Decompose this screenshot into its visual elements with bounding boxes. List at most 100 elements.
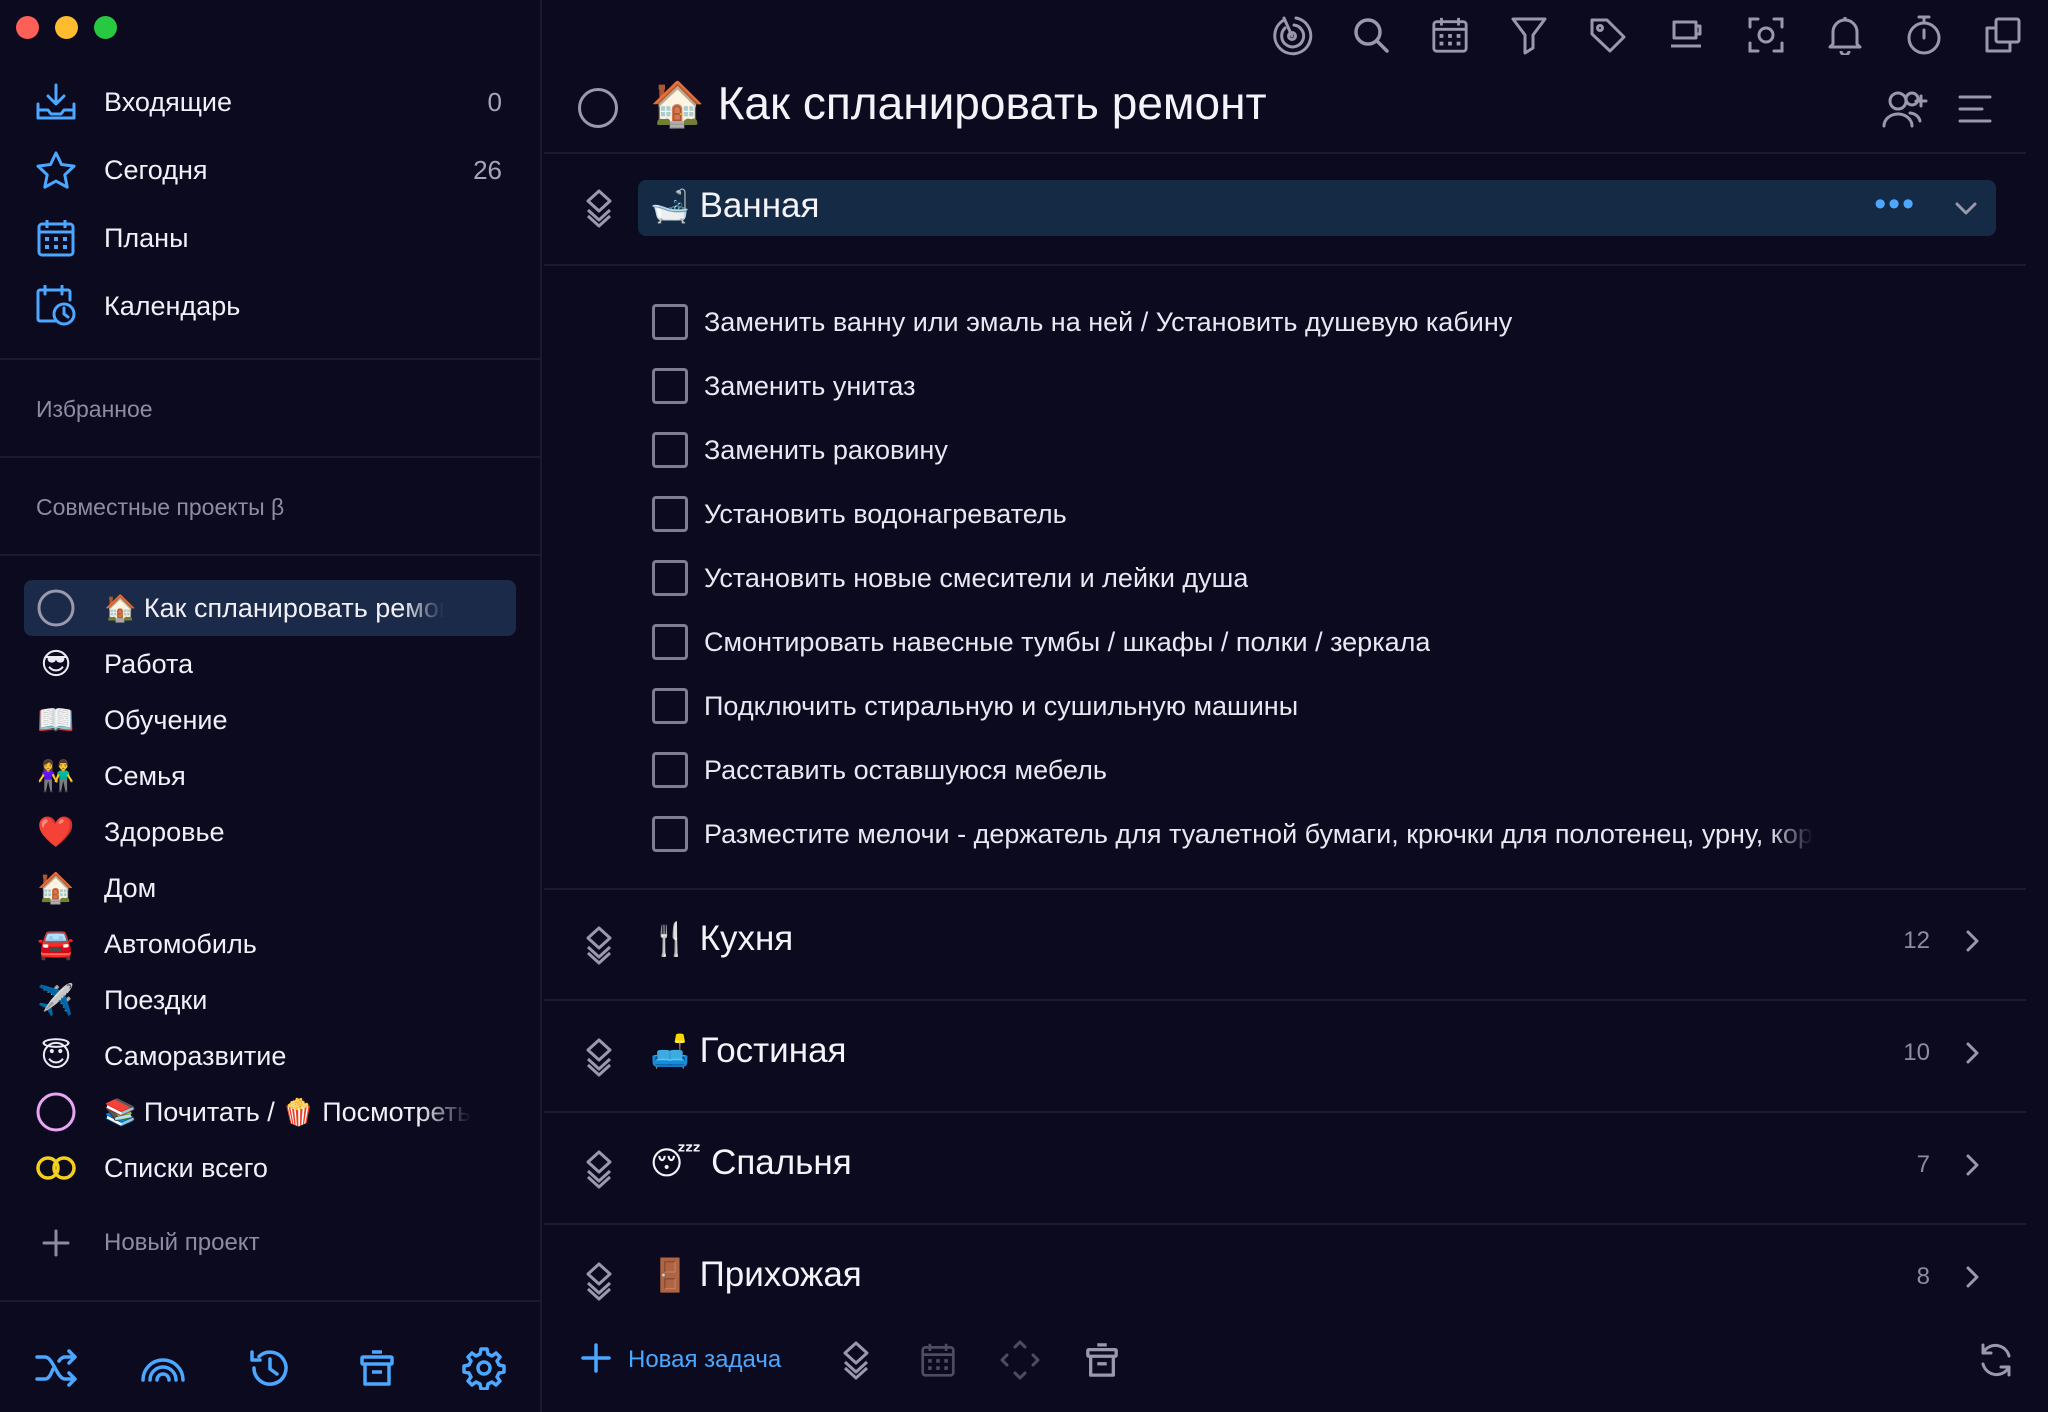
screenshot-icon[interactable] [1743,12,1789,58]
project-item-health[interactable]: ❤️ Здоровье [0,804,540,860]
project-item-study[interactable]: 📖 Обучение [0,692,540,748]
section-header-bathroom[interactable]: 🛁 Ванная ••• [638,180,1996,236]
task-title[interactable]: Расставить оставшуюся мебель [704,755,1107,786]
section-hallway[interactable]: 🚪 Прихожая 8 [544,1225,2026,1335]
zoom-window-button[interactable] [94,16,117,39]
chevron-right-icon[interactable] [1958,1151,1986,1179]
project-item-renovation[interactable]: 🏠 Как спланировать ремонт [24,580,516,636]
bathtub-emoji: 🛁 [650,188,690,224]
section-kitchen[interactable]: 🍴 Кухня 12 [544,889,2026,999]
menu-list-icon[interactable] [1950,84,2000,134]
sync-icon[interactable] [1974,1338,2018,1382]
project-item-family[interactable]: 👫 Семья [0,748,540,804]
task-checkbox[interactable] [652,752,688,788]
minimize-window-button[interactable] [55,16,78,39]
new-task-button[interactable]: Новая задача [580,1338,781,1382]
section-bedroom[interactable]: 😴 Спальня 7 [544,1113,2026,1223]
copy-windows-icon[interactable] [1980,12,2026,58]
project-item-self-development[interactable]: 😇 Саморазвитие [0,1028,540,1084]
task-checkbox[interactable] [652,432,688,468]
trash-icon[interactable] [353,1344,401,1392]
task-checkbox[interactable] [652,624,688,660]
more-options-icon[interactable]: ••• [1874,187,1916,221]
task-checkbox[interactable] [652,496,688,532]
shared-projects-header[interactable]: Совместные проекты β [36,494,284,521]
task-item: Расставить оставшуюся мебель [652,738,1972,802]
project-item-work[interactable]: 😎 Работа [0,636,540,692]
sidebar-item-inbox[interactable]: Входящие 0 [0,68,540,136]
task-title[interactable]: Разместите мелочи - держатель для туалет… [704,819,1813,850]
section-living-room[interactable]: 🛋️ Гостиная 10 [544,1001,2026,1111]
timer-icon[interactable] [1901,12,1947,58]
fork-knife-emoji: 🍴 [650,921,690,957]
shuffle-icon[interactable] [32,1344,80,1392]
chevron-right-icon[interactable] [1958,927,1986,955]
sidebar: Входящие 0 Сегодня 26 Планы Календарь Из… [0,0,542,1412]
section-count: 10 [1903,1039,1930,1066]
calendar-icon[interactable] [1427,12,1473,58]
task-title[interactable]: Смонтировать навесные тумбы / шкафы / по… [704,627,1430,658]
add-section-icon[interactable] [834,1338,878,1382]
task-title[interactable]: Подключить стиральную и сушильную машины [704,691,1298,722]
house-emoji: 🏠 [104,592,137,623]
section-drag-handle-icon[interactable] [580,1149,618,1189]
section-drag-handle-icon[interactable] [580,1037,618,1077]
sidebar-item-calendar[interactable]: Календарь [0,272,540,340]
infinity-icon [34,1146,78,1190]
today-count: 26 [473,154,502,185]
chevron-right-icon[interactable] [1958,1263,1986,1291]
task-title[interactable]: Установить новые смесители и лейки душа [704,563,1248,594]
project-item-read-watch[interactable]: 📚 Почитать / 🍿 Посмотреть [0,1084,540,1140]
section-name: 🛁 Ванная [650,186,820,225]
task-item: Заменить раковину [652,418,1972,482]
star-icon [34,148,78,192]
move-arrows-icon[interactable] [998,1338,1042,1382]
task-title[interactable]: Заменить раковину [704,435,948,466]
page-title[interactable]: 🏠 Как спланировать ремонт [650,76,1267,130]
section-drag-handle-icon[interactable] [580,1261,618,1301]
project-item-home[interactable]: 🏠 Дом [0,860,540,916]
sidebar-footer [0,1300,540,1412]
project-complete-checkbox[interactable] [578,88,618,128]
project-item-trips[interactable]: ✈️ Поездки [0,972,540,1028]
section-drag-handle-icon[interactable] [580,925,618,965]
project-item-car[interactable]: 🚘 Автомобиль [0,916,540,972]
favorites-header[interactable]: Избранное [36,396,153,423]
project-header: 🏠 Как спланировать ремонт [544,68,2024,152]
sidebar-item-today[interactable]: Сегодня 26 [0,136,540,204]
project-item-all-lists[interactable]: Списки всего [0,1140,540,1196]
history-icon[interactable] [246,1344,294,1392]
task-title[interactable]: Заменить унитаз [704,371,915,402]
task-checkbox[interactable] [652,688,688,724]
task-checkbox[interactable] [652,368,688,404]
coffee-icon[interactable] [1664,12,1710,58]
filter-icon[interactable] [1506,12,1552,58]
bell-icon[interactable] [1822,12,1868,58]
task-checkbox[interactable] [652,560,688,596]
family-emoji: 👫 [37,759,75,793]
focus-target-icon[interactable] [1269,12,1315,58]
task-checkbox[interactable] [652,816,688,852]
tag-icon[interactable] [1585,12,1631,58]
trash-icon[interactable] [1080,1338,1124,1382]
close-window-button[interactable] [16,16,39,39]
rainbow-icon[interactable] [139,1344,187,1392]
task-title[interactable]: Заменить ванну или эмаль на ней / Устано… [704,307,1512,338]
chevron-right-icon[interactable] [1958,1039,1986,1067]
task-item: Установить водонагреватель [652,482,1972,546]
circle-pink-icon [34,1090,78,1134]
search-icon[interactable] [1348,12,1394,58]
add-member-icon[interactable] [1880,84,1930,134]
settings-gear-icon[interactable] [460,1344,508,1392]
section-drag-handle-icon[interactable] [580,188,618,228]
calendar-clock-icon [34,284,78,328]
chevron-down-icon[interactable] [1952,194,1980,222]
sunglasses-emoji: 😎 [40,647,72,681]
task-checkbox[interactable] [652,304,688,340]
project-label: 📚 Почитать / 🍿 Посмотреть [104,1096,472,1127]
new-task-label: Новая задача [628,1346,782,1373]
sidebar-item-plans[interactable]: Планы [0,204,540,272]
task-title[interactable]: Установить водонагреватель [704,499,1067,530]
new-project-button[interactable]: Новый проект [34,1215,260,1271]
calendar-icon[interactable] [916,1338,960,1382]
